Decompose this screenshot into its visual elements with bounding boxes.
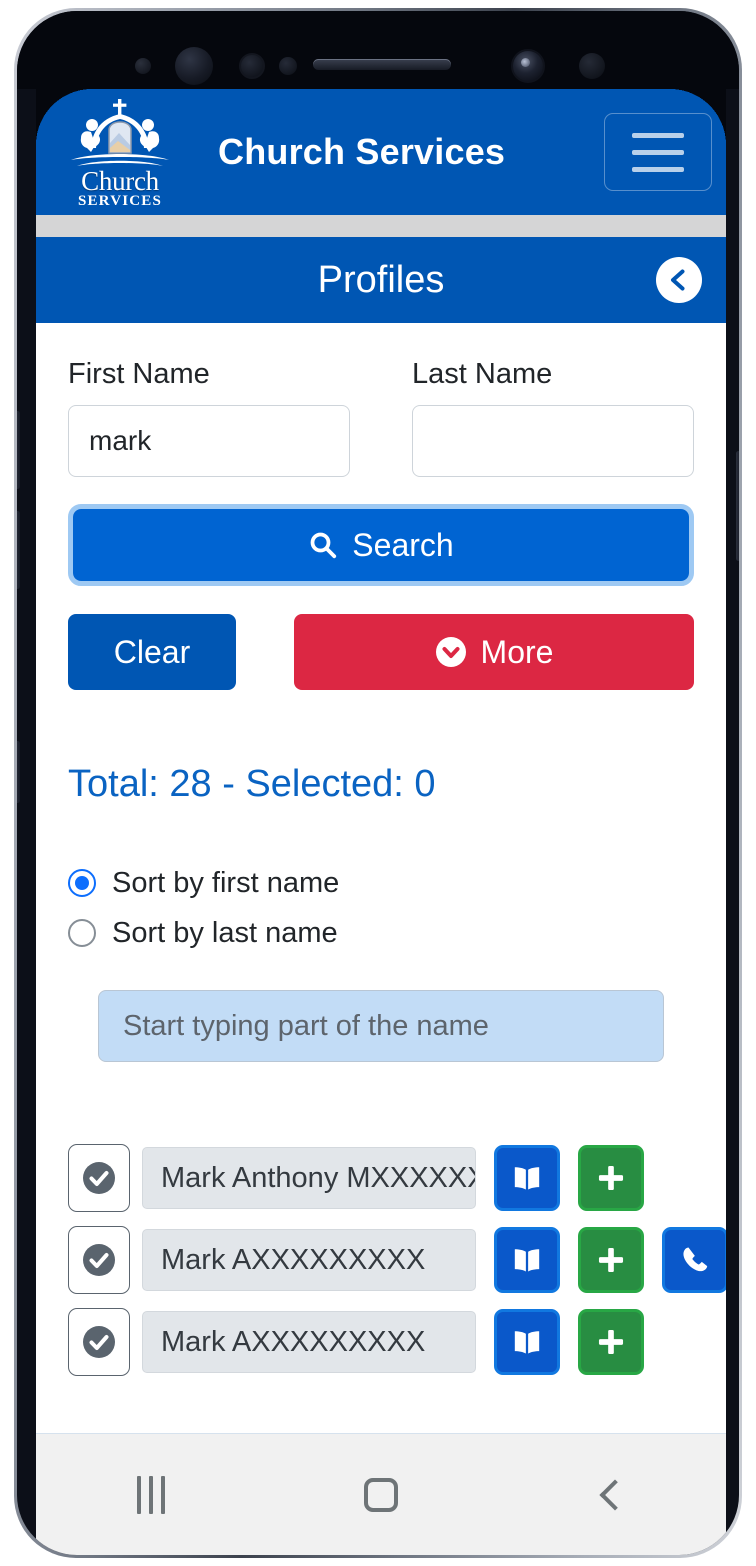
phone-top-bezel — [17, 11, 739, 89]
first-name-group: First Name — [68, 357, 350, 477]
page-title-bar: Profiles — [36, 237, 726, 323]
plus-icon — [598, 1247, 624, 1273]
home-icon — [364, 1477, 398, 1512]
call-profile-button[interactable] — [662, 1227, 726, 1293]
radio-unselected-icon[interactable] — [68, 919, 96, 947]
clear-button[interactable]: Clear — [68, 614, 236, 690]
app-title: Church Services — [218, 131, 506, 172]
plus-icon — [598, 1165, 624, 1191]
hamburger-icon-line — [632, 132, 684, 138]
volume-down-button[interactable] — [17, 511, 20, 589]
more-button-label: More — [480, 633, 554, 670]
power-button[interactable] — [736, 451, 739, 561]
results-list: Mark Anthony MXXXXXXX Mark AXXXXXXXXX Ma… — [68, 1144, 726, 1376]
book-icon — [514, 1249, 540, 1272]
page-content: First Name Last Name — [36, 323, 726, 1376]
secondary-sensor-icon — [579, 53, 605, 79]
plus-icon — [598, 1329, 624, 1355]
ambient-light-sensor-icon — [239, 53, 265, 79]
arrow-left-circle-icon — [660, 261, 698, 299]
add-profile-button[interactable] — [578, 1309, 644, 1375]
hamburger-icon-line — [632, 166, 684, 172]
select-profile-checkbox[interactable] — [68, 1226, 130, 1294]
volume-up-button[interactable] — [17, 411, 20, 489]
add-profile-button[interactable] — [578, 1145, 644, 1211]
check-circle-icon — [83, 1244, 115, 1276]
select-profile-checkbox[interactable] — [68, 1308, 130, 1376]
radio-selected-icon[interactable] — [68, 869, 96, 897]
page-title: Profiles — [317, 259, 445, 301]
back-icon — [599, 1478, 631, 1511]
profile-name-field[interactable]: Mark AXXXXXXXXX — [142, 1229, 476, 1291]
back-button[interactable] — [656, 257, 702, 303]
front-camera-icon — [511, 49, 545, 83]
check-circle-icon — [83, 1326, 115, 1358]
last-name-label: Last Name — [412, 358, 553, 390]
sort-by-last-name-label: Sort by last name — [112, 916, 338, 949]
result-row: Mark AXXXXXXXXX — [68, 1308, 694, 1376]
open-directory-button[interactable] — [494, 1145, 560, 1211]
system-navigation-bar — [36, 1433, 726, 1555]
add-profile-button[interactable] — [578, 1227, 644, 1293]
book-icon — [514, 1167, 540, 1190]
search-button[interactable]: Search — [73, 509, 689, 581]
name-fields-row: First Name Last Name — [68, 323, 694, 477]
action-buttons-row: Clear More — [68, 614, 694, 690]
search-button-label: Search — [352, 526, 454, 563]
last-name-input[interactable] — [412, 405, 694, 477]
assistant-button[interactable] — [17, 741, 20, 803]
search-button-focus-ring: Search — [68, 504, 694, 586]
sort-by-first-name-label: Sort by first name — [112, 866, 340, 899]
app-logo: Church SERVICES — [52, 96, 188, 209]
home-button[interactable] — [321, 1460, 441, 1530]
open-directory-button[interactable] — [494, 1227, 560, 1293]
iris-sensor-icon — [175, 47, 213, 85]
profile-name-field[interactable]: Mark AXXXXXXXXX — [142, 1311, 476, 1373]
header-divider — [36, 215, 726, 237]
check-circle-icon — [83, 1162, 115, 1194]
hamburger-menu-button[interactable] — [604, 113, 712, 191]
sort-by-first-name-option[interactable]: Sort by first name — [68, 858, 694, 908]
phone-screen: Church SERVICES Church Services Profiles — [36, 89, 726, 1449]
totals-summary: Total: 28 - Selected: 0 — [68, 763, 436, 805]
logo-subtext: SERVICES — [77, 193, 163, 209]
earpiece-speaker — [313, 59, 451, 70]
result-row: Mark Anthony MXXXXXXX — [68, 1144, 694, 1212]
back-nav-button[interactable] — [551, 1460, 671, 1530]
church-logo-icon — [61, 98, 179, 172]
phone-icon — [683, 1247, 708, 1272]
hamburger-icon-line — [632, 149, 684, 155]
device-stage: Church SERVICES Church Services Profiles — [0, 0, 756, 1566]
phone-frame: Church SERVICES Church Services Profiles — [14, 8, 742, 1558]
search-icon — [310, 532, 337, 559]
open-directory-button[interactable] — [494, 1309, 560, 1375]
first-name-label: First Name — [68, 358, 210, 390]
book-icon — [514, 1331, 540, 1354]
recents-button[interactable] — [91, 1460, 211, 1530]
profile-name-field[interactable]: Mark Anthony MXXXXXXX — [142, 1147, 476, 1209]
more-button[interactable]: More — [294, 614, 694, 690]
select-profile-checkbox[interactable] — [68, 1144, 130, 1212]
last-name-group: Last Name — [412, 357, 694, 477]
name-filter-input[interactable] — [98, 990, 664, 1062]
sort-options-group: Sort by first name Sort by last name — [68, 858, 694, 958]
recents-icon — [137, 1475, 165, 1514]
phone-body: Church SERVICES Church Services Profiles — [17, 11, 739, 1555]
filter-input-wrap — [68, 990, 694, 1062]
app-header: Church SERVICES Church Services — [36, 89, 726, 215]
result-row: Mark AXXXXXXXXX — [68, 1226, 726, 1294]
sort-by-last-name-option[interactable]: Sort by last name — [68, 908, 694, 958]
chevron-down-circle-icon — [435, 637, 466, 667]
first-name-input[interactable] — [68, 405, 350, 477]
proximity-sensor-icon — [135, 58, 151, 74]
led-indicator-icon — [279, 57, 297, 75]
